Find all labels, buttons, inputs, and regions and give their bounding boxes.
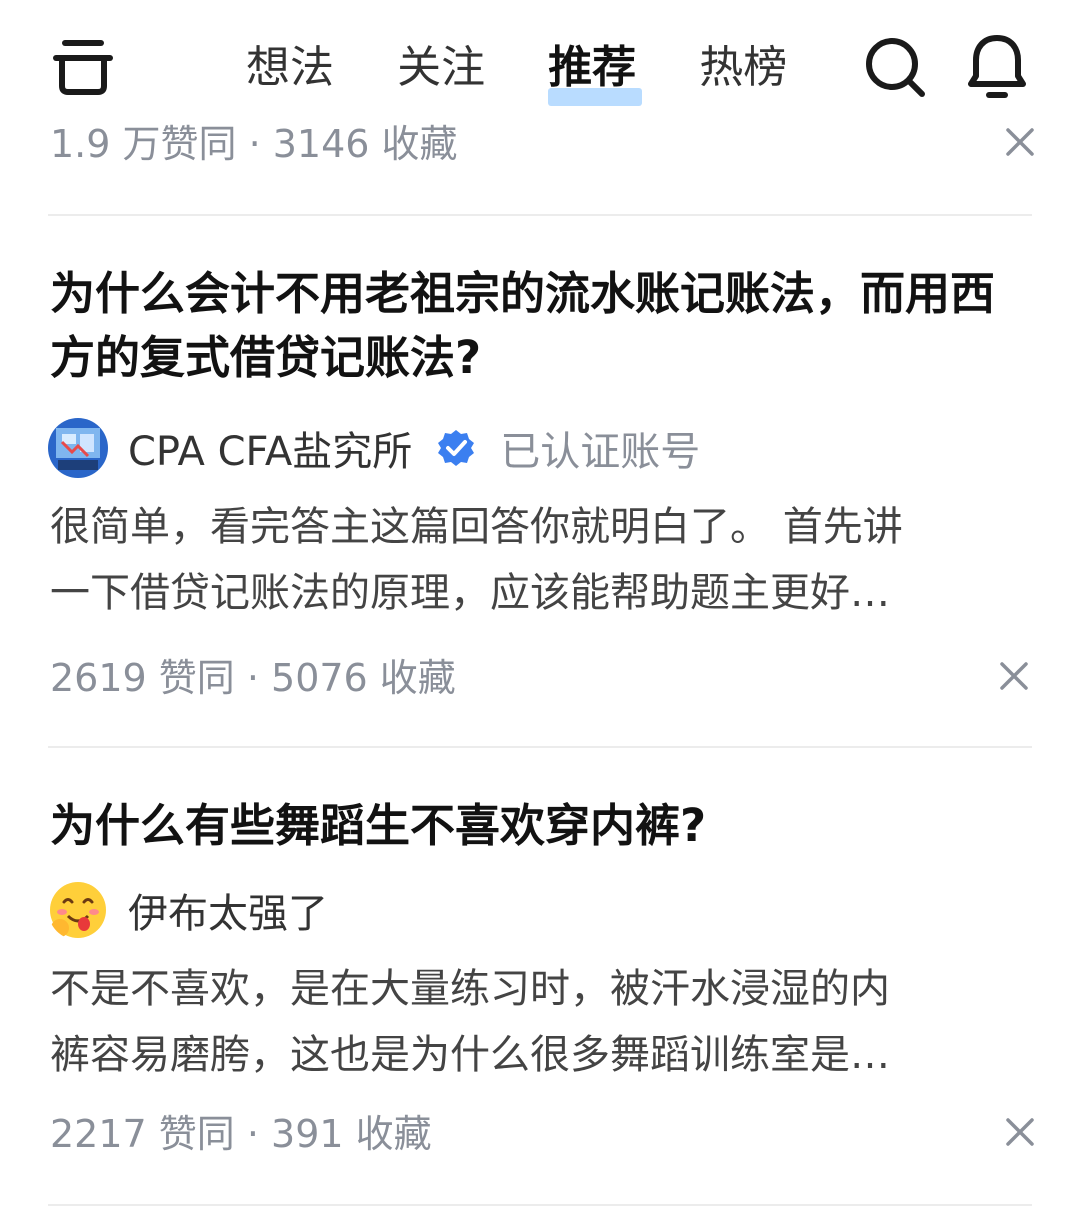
avatar[interactable] — [48, 418, 108, 478]
question-title[interactable]: 为什么有些舞蹈生不喜欢穿内裤? — [50, 794, 1030, 858]
menu-icon[interactable] — [52, 36, 114, 98]
question-title[interactable]: 为什么会计不用老祖宗的流水账记账法，而用西方的复式借贷记账法? — [50, 262, 1030, 390]
excerpt-line: 不是不喜欢，是在大量练习时，被汗水浸湿的内 — [50, 966, 890, 1012]
top-nav-bar: 想法 关注 推荐 热榜 — [0, 0, 1080, 118]
card-stats: 1.9 万赞同 · 3146 收藏 — [50, 122, 458, 166]
divider — [48, 746, 1032, 748]
excerpt-line: 裤容易磨胯，这也是为什么很多舞蹈训练室是… — [50, 1032, 890, 1078]
answer-excerpt[interactable]: 很简单，看完答主这篇回答你就明白了。 首先讲 一下借贷记账法的原理，应该能帮助题… — [50, 494, 1010, 626]
bell-icon[interactable] — [966, 32, 1028, 102]
avatar[interactable] — [48, 880, 108, 940]
author-row[interactable]: 伊布太强了 — [48, 878, 328, 942]
divider — [48, 214, 1032, 216]
excerpt-line: 很简单，看完答主这篇回答你就明白了。 首先讲 — [50, 504, 903, 550]
tab-recommended[interactable]: 推荐 — [548, 38, 643, 106]
tabs-fade-overlay — [786, 38, 816, 108]
tab-thoughts[interactable]: 想法 — [246, 38, 334, 98]
close-icon[interactable] — [994, 656, 1034, 696]
author-row[interactable]: CPA CFA盐究所 已认证账号 — [48, 416, 700, 480]
author-name[interactable]: 伊布太强了 — [128, 881, 328, 939]
tab-strip: 想法 关注 推荐 热榜 — [246, 38, 816, 108]
answer-excerpt[interactable]: 不是不喜欢，是在大量练习时，被汗水浸湿的内 裤容易磨胯，这也是为什么很多舞蹈训练… — [50, 956, 1010, 1088]
search-icon[interactable] — [862, 34, 928, 100]
card-stats: 2217 赞同 · 391 收藏 — [50, 1112, 432, 1156]
verified-label: 已认证账号 — [500, 429, 701, 475]
close-icon[interactable] — [1000, 1112, 1040, 1152]
tab-hot-list[interactable]: 热榜 — [699, 38, 787, 98]
author-name[interactable]: CPA CFA盐究所 — [128, 419, 412, 477]
close-icon[interactable] — [1000, 122, 1040, 162]
card-stats: 2619 赞同 · 5076 收藏 — [50, 656, 456, 700]
divider — [48, 1204, 1032, 1206]
excerpt-line: 一下借贷记账法的原理，应该能帮助题主更好… — [50, 570, 890, 616]
verified-badge-icon — [436, 428, 476, 468]
tab-following[interactable]: 关注 — [397, 38, 485, 98]
